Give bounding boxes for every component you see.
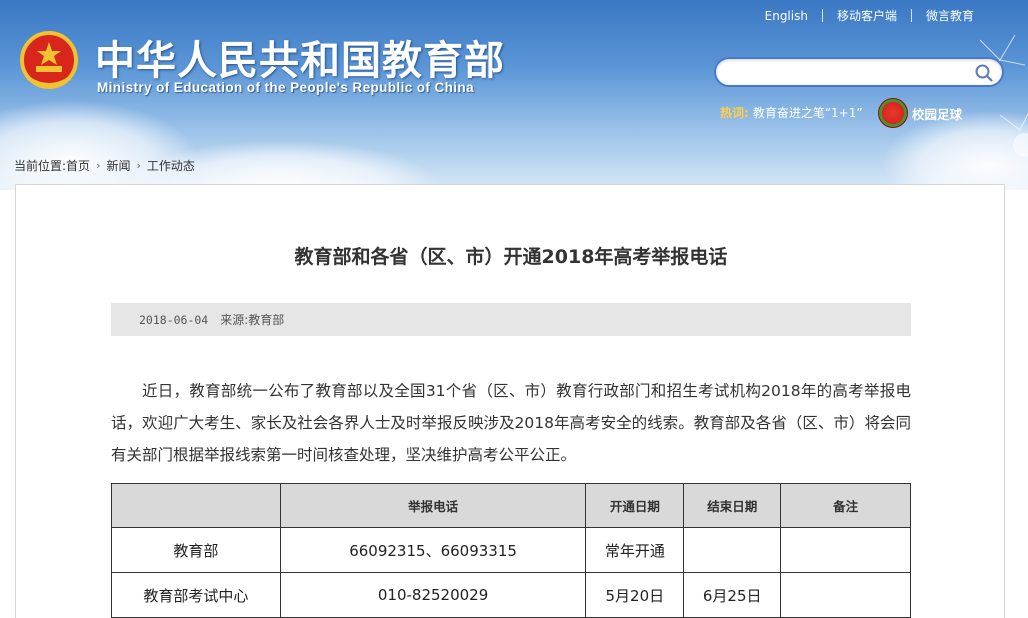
football-badge-icon	[878, 98, 908, 128]
mobile-client-link[interactable]: 移动客户端	[823, 7, 911, 24]
breadcrumb-work-news[interactable]: 工作动态	[147, 157, 195, 174]
article-date: 2018-06-04	[139, 312, 209, 327]
table-header	[111, 483, 281, 528]
chevron-right-icon: ›	[136, 159, 141, 172]
search-box	[714, 57, 1004, 87]
article-source: 来源:教育部	[220, 313, 285, 327]
campus-football-link[interactable]: 校园足球	[878, 98, 962, 128]
breadcrumb: 当前位置: 首页 › 新闻 › 工作动态	[14, 157, 195, 174]
table-header-row: 举报电话 开通日期 结束日期 备注	[111, 483, 911, 528]
site-title[interactable]: 中华人民共和国教育部	[95, 28, 505, 86]
article-title: 教育部和各省（区、市）开通2018年高考举报电话	[294, 246, 728, 268]
breadcrumb-prefix: 当前位置:	[14, 159, 67, 173]
search-input[interactable]	[728, 63, 968, 81]
table-header: 备注	[780, 483, 911, 528]
table-header: 结束日期	[683, 483, 782, 528]
hotline-table: 举报电话 开通日期 结束日期 备注 教育部 66092315、66093315 …	[111, 483, 911, 618]
table-cell: 6月25日	[683, 572, 782, 618]
national-emblem-icon	[20, 31, 78, 89]
table-cell: 教育部	[111, 527, 281, 573]
weiyan-education-link[interactable]: 微言教育	[912, 7, 988, 24]
chevron-right-icon: ›	[96, 159, 101, 172]
table-row: 教育部考试中心 010-82520029 5月20日 6月25日	[111, 572, 911, 618]
table-cell: 66092315、66093315	[279, 527, 587, 573]
article-panel: 教育部和各省（区、市）开通2018年高考举报电话 2018-06-04 来源:教…	[15, 184, 1005, 618]
table-cell: 5月20日	[585, 572, 685, 618]
site-subtitle: Ministry of Education of the People's Re…	[97, 80, 474, 95]
header-banner: English 移动客户端 微言教育 中华人民共和国教育部 Ministry o…	[0, 0, 1028, 190]
football-label: 校园足球	[912, 106, 963, 122]
hot-words: 热词: 教育奋进之笔“1+1”	[720, 104, 863, 121]
english-link[interactable]: English	[751, 9, 822, 23]
breadcrumb-home[interactable]: 首页	[66, 157, 90, 174]
article-meta: 2018-06-04 来源:教育部	[111, 303, 911, 336]
breadcrumb-news[interactable]: 新闻	[106, 157, 130, 174]
hot-label: 热词:	[720, 106, 749, 120]
table-cell: 010-82520029	[279, 572, 587, 618]
table-row: 教育部 66092315、66093315 常年开通	[111, 527, 911, 573]
table-cell	[780, 527, 911, 573]
search-icon[interactable]	[974, 63, 994, 83]
table-header: 举报电话	[279, 483, 587, 528]
table-cell	[780, 572, 911, 618]
table-cell	[683, 527, 782, 573]
table-cell: 常年开通	[585, 527, 685, 573]
table-cell: 教育部考试中心	[111, 572, 281, 618]
table-header: 开通日期	[585, 483, 685, 528]
hot-word-link[interactable]: 教育奋进之笔“1+1”	[753, 104, 863, 121]
article-paragraph: 近日，教育部统一公布了教育部以及全国31个省（区、市）教育行政部门和招生考试机构…	[111, 382, 911, 464]
top-links: English 移动客户端 微言教育	[751, 7, 988, 24]
